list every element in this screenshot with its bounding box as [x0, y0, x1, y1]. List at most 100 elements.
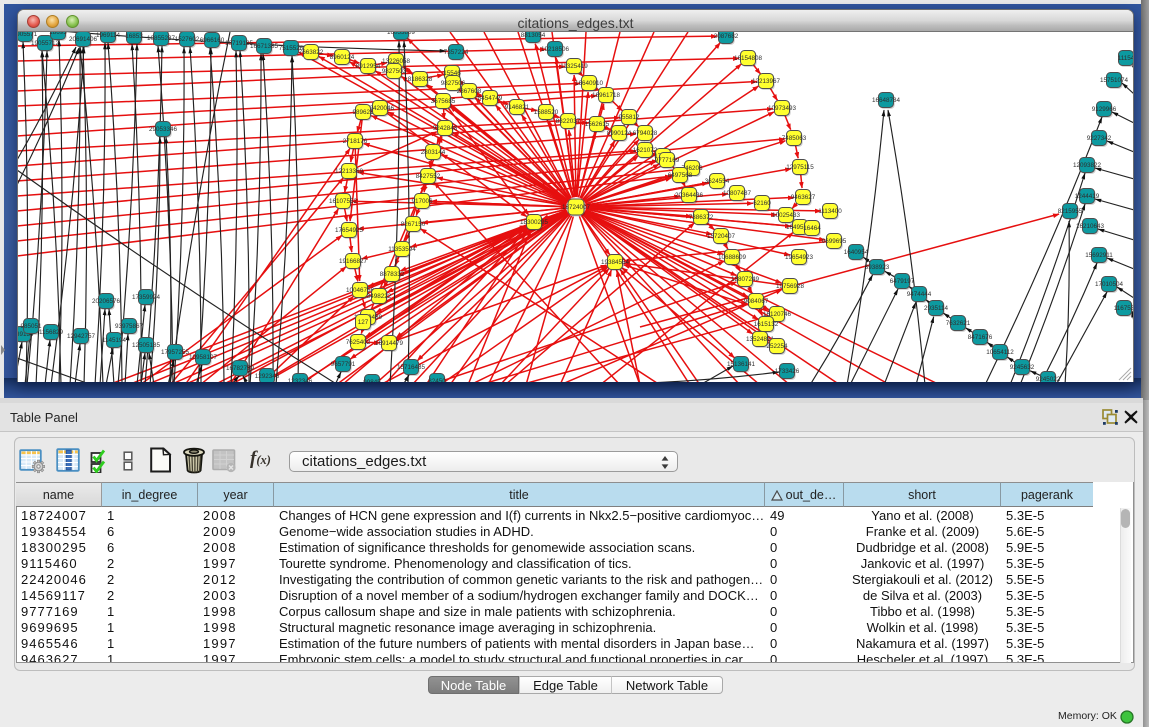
svg-text:10688609: 10688609 — [718, 254, 747, 261]
svg-text:20364436: 20364436 — [675, 192, 704, 199]
svg-text:16853: 16853 — [125, 33, 143, 40]
svg-text:19218506: 19218506 — [541, 46, 570, 53]
svg-text:6479197: 6479197 — [890, 278, 915, 285]
svg-text:2803144: 2803144 — [421, 149, 446, 156]
svg-text:16648784: 16648784 — [872, 97, 901, 104]
svg-text:1588520: 1588520 — [534, 109, 559, 116]
svg-text:16640910: 16640910 — [575, 80, 604, 87]
svg-text:16107552: 16107552 — [329, 198, 358, 205]
svg-text:8186328: 8186328 — [408, 76, 433, 83]
svg-text:20691406: 20691406 — [69, 36, 98, 43]
svg-text:8990124: 8990124 — [607, 130, 632, 137]
svg-text:7386372: 7386372 — [689, 214, 714, 221]
svg-text:1969114: 1969114 — [96, 32, 121, 39]
svg-text:3624554: 3624554 — [705, 178, 730, 185]
svg-text:2867608: 2867608 — [457, 88, 482, 95]
svg-text:1527602: 1527602 — [175, 36, 200, 43]
svg-text:19055712: 19055712 — [31, 40, 60, 47]
svg-text:19756928: 19756928 — [776, 283, 805, 290]
svg-text:7625402: 7625402 — [346, 339, 371, 346]
svg-text:8427552: 8427552 — [416, 173, 441, 180]
svg-text:16914479: 16914479 — [375, 340, 404, 347]
svg-text:8912954: 8912954 — [356, 63, 381, 70]
svg-text:11325419: 11325419 — [560, 63, 588, 70]
svg-text:93975867: 93975867 — [115, 323, 144, 330]
svg-text:9129966: 9129966 — [1092, 106, 1117, 113]
svg-text:17957255: 17957255 — [161, 349, 190, 356]
svg-text:8454749: 8454749 — [478, 95, 503, 102]
svg-text:18724007: 18724007 — [562, 204, 591, 211]
svg-text:16154808: 16154808 — [734, 55, 763, 62]
svg-text:7357224: 7357224 — [444, 49, 469, 56]
svg-text:3498222: 3498222 — [367, 293, 392, 300]
svg-text:7632621: 7632621 — [946, 320, 971, 327]
svg-text:99845: 99845 — [363, 379, 381, 382]
svg-text:19654923: 19654923 — [785, 254, 814, 261]
svg-text:116753: 116753 — [1114, 305, 1134, 312]
svg-text:18693: 18693 — [49, 32, 67, 36]
svg-text:9245632: 9245632 — [1010, 364, 1035, 371]
svg-text:9245022: 9245022 — [1036, 376, 1061, 382]
svg-text:16210643: 16210643 — [1076, 223, 1105, 230]
svg-text:9227342: 9227342 — [1087, 135, 1112, 142]
svg-text:9242848: 9242848 — [433, 125, 458, 132]
svg-text:989621: 989621 — [352, 109, 374, 116]
svg-text:8960124: 8960124 — [330, 54, 355, 61]
svg-text:15720407: 15720407 — [707, 233, 736, 240]
svg-text:6966160: 6966160 — [200, 37, 225, 44]
svg-text:15716485: 15716485 — [397, 364, 426, 371]
svg-text:82450: 82450 — [428, 378, 446, 382]
svg-text:16671385: 16671385 — [250, 43, 279, 50]
svg-text:16961718: 16961718 — [592, 92, 621, 99]
svg-text:17010504: 17010504 — [1095, 281, 1124, 288]
svg-text:6497568: 6497568 — [668, 172, 693, 179]
svg-text:8471676: 8471676 — [968, 334, 993, 341]
svg-text:12213967: 12213967 — [752, 78, 781, 85]
svg-text:10025433: 10025433 — [772, 212, 801, 219]
svg-text:10654112: 10654112 — [986, 349, 1014, 356]
svg-text:6794028: 6794028 — [633, 130, 658, 137]
svg-text:16782759: 16782759 — [226, 365, 255, 372]
svg-text:1733426: 1733426 — [775, 368, 800, 375]
svg-text:17654925: 17654925 — [335, 227, 364, 234]
svg-text:9146821: 9146821 — [505, 104, 530, 111]
svg-text:8322037: 8322037 — [556, 118, 581, 125]
svg-text:955812: 955812 — [618, 114, 640, 121]
svg-text:19384554: 19384554 — [601, 259, 630, 266]
svg-text:19166827: 19166827 — [339, 258, 368, 265]
svg-text:8813054: 8813054 — [521, 32, 546, 39]
svg-text:10855287: 10855287 — [147, 35, 176, 42]
svg-text:1615132: 1615132 — [754, 321, 779, 328]
svg-text:9827503: 9827503 — [382, 68, 407, 75]
svg-text:127: 127 — [358, 319, 369, 326]
svg-text:1640954: 1640954 — [844, 249, 869, 256]
svg-text:1905571: 1905571 — [17, 32, 38, 38]
svg-text:252254: 252254 — [766, 343, 788, 350]
svg-text:1145194: 1145194 — [102, 337, 127, 344]
svg-text:9657791: 9657791 — [331, 361, 356, 368]
svg-text:8878332: 8878332 — [380, 271, 405, 278]
svg-text:9777169: 9777169 — [655, 157, 680, 164]
svg-text:2718176: 2718176 — [343, 138, 368, 145]
svg-text:12505185: 12505185 — [132, 342, 161, 349]
svg-text:11154: 11154 — [1118, 55, 1134, 62]
svg-text:10958107: 10958107 — [189, 354, 218, 361]
svg-text:9463627: 9463627 — [791, 194, 816, 201]
svg-text:18300295: 18300295 — [520, 219, 549, 226]
svg-text:917006: 917006 — [411, 198, 433, 205]
svg-text:15692911: 15692911 — [1085, 252, 1113, 259]
svg-text:8267150: 8267150 — [401, 221, 426, 228]
svg-text:12975115: 12975115 — [786, 164, 814, 171]
svg-text:20206576: 20206576 — [92, 298, 121, 305]
svg-text:12093822: 12093822 — [1073, 162, 1102, 169]
svg-text:12213369: 12213369 — [335, 168, 364, 175]
svg-text:10973493: 10973493 — [768, 105, 797, 112]
svg-text:62160: 62160 — [753, 200, 771, 207]
svg-text:1562615: 1562615 — [585, 121, 610, 128]
svg-text:15751074: 15751074 — [1100, 77, 1129, 84]
svg-text:8215955: 8215955 — [1058, 208, 1083, 215]
svg-text:9084067: 9084067 — [744, 298, 769, 305]
svg-text:1244419: 1244419 — [1075, 193, 1100, 200]
svg-text:10807487: 10807487 — [723, 190, 752, 197]
svg-text:12942757: 12942757 — [67, 333, 96, 340]
